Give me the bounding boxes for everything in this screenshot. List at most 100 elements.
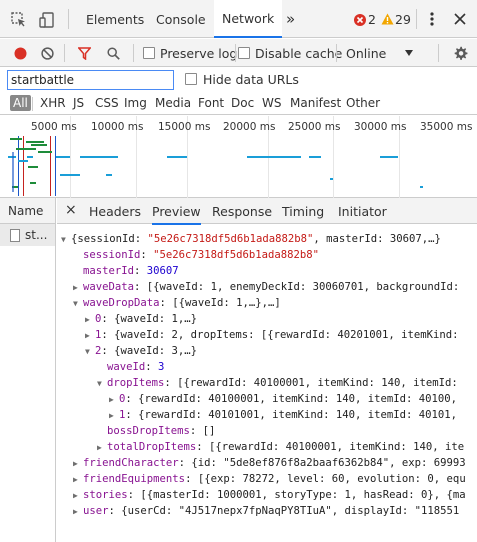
filter-type-manifest[interactable]: Manifest (290, 96, 341, 110)
collapsed-triangle-icon[interactable]: ▶ (97, 440, 107, 456)
request-list: Name st... (0, 198, 56, 542)
tab-response[interactable]: Response (212, 204, 272, 219)
tab-preview[interactable]: Preview (152, 204, 201, 225)
collapsed-triangle-icon[interactable]: ▶ (85, 312, 95, 328)
chevron-down-icon[interactable] (404, 48, 414, 58)
filter-type-all[interactable]: All (10, 95, 31, 111)
json-tree-line: bossDropItems: [] (97, 423, 215, 439)
warning-icon[interactable] (380, 12, 394, 26)
filter-icon[interactable] (77, 46, 91, 60)
collapsed-triangle-icon[interactable]: ▶ (109, 392, 119, 408)
search-icon[interactable] (106, 46, 120, 60)
json-tree-line[interactable]: ▼ waveDropData: [{waveId: 1,…},…] (73, 295, 281, 312)
network-overview[interactable]: 5000 ms 10000 ms 15000 ms 20000 ms 25000… (0, 116, 477, 198)
json-preview: ▼ {sessionId: "5e26c7318df5d6b1ada882b8",… (57, 225, 477, 542)
resource-type-filter: All XHR JS CSS Img Media Font Doc WS Man… (0, 93, 477, 115)
expanded-triangle-icon[interactable]: ▼ (97, 376, 107, 392)
json-tree-line[interactable]: ▶ totalDropItems: [{rewardId: 40100001, i… (97, 439, 464, 456)
collapsed-triangle-icon[interactable]: ▶ (85, 328, 95, 344)
timeline-tick: 10000 ms (91, 121, 144, 133)
more-tabs-button[interactable]: » (286, 0, 295, 38)
device-toolbar-icon[interactable] (38, 11, 56, 29)
json-tree-line[interactable]: ▶ 0: {waveId: 1,…} (85, 311, 197, 328)
filter-type-other[interactable]: Other (346, 96, 380, 110)
name-column-header[interactable]: Name (0, 198, 55, 224)
filter-type-xhr[interactable]: XHR (40, 96, 66, 110)
json-tree-line[interactable]: ▼ {sessionId: "5e26c7318df5d6b1ada882b8",… (61, 231, 441, 248)
expanded-triangle-icon[interactable]: ▼ (73, 296, 83, 312)
request-row[interactable]: st... (0, 224, 55, 246)
json-tree-line[interactable]: ▶ 0: {rewardId: 40100001, itemKind: 140, … (109, 391, 457, 408)
hide-data-urls-checkbox[interactable] (185, 73, 197, 85)
filter-type-js[interactable]: JS (73, 96, 84, 110)
collapsed-triangle-icon[interactable]: ▶ (73, 488, 83, 504)
error-icon[interactable] (353, 13, 366, 26)
json-tree-line[interactable]: ▶ 1: {rewardId: 40101001, itemKind: 140, … (109, 407, 457, 424)
json-key: sessionId (83, 249, 141, 261)
throttling-select[interactable]: Online (346, 46, 386, 61)
hide-data-urls-label: Hide data URLs (203, 72, 299, 87)
json-tree-line[interactable]: ▶ friendEquipments: [{exp: 78272, level: … (73, 471, 466, 488)
tab-initiator[interactable]: Initiator (338, 204, 387, 219)
json-value: : [] (189, 425, 216, 437)
json-tree-line[interactable]: ▼ dropItems: [{rewardId: 40100001, itemKi… (97, 375, 464, 392)
filter-type-font[interactable]: Font (198, 96, 224, 110)
tab-network[interactable]: Network (214, 0, 283, 38)
json-value: : [{exp: 78272, level: 60, evolution: 0,… (185, 473, 466, 485)
json-tree-line: waveId: 3 (97, 359, 164, 375)
record-icon[interactable] (13, 46, 27, 60)
json-key: totalDropItems (107, 441, 197, 453)
json-tree-line: sessionId: "5e26c7318df5d6b1ada882b8" (73, 247, 319, 263)
collapsed-triangle-icon[interactable]: ▶ (73, 280, 83, 296)
filter-type-media[interactable]: Media (155, 96, 191, 110)
json-tree-line[interactable]: ▶ user: {userCd: "4J517nepx7fpNaqPY8TIuA"… (73, 503, 459, 520)
json-tree-line[interactable]: ▶ waveData: [{waveId: 1, enemyDeckId: 300… (73, 279, 466, 296)
json-tree-line[interactable]: ▶ 1: {waveId: 2, dropItems: [{rewardId: 4… (85, 327, 465, 344)
collapsed-triangle-icon[interactable]: ▶ (73, 472, 83, 488)
json-value: : {rewardId: 40101001, itemKind: 140, it… (125, 409, 458, 421)
json-key: masterId (83, 265, 135, 277)
clear-icon[interactable] (40, 46, 54, 60)
tab-elements[interactable]: Elements (86, 0, 144, 38)
filter-type-ws[interactable]: WS (262, 96, 281, 110)
inspect-element-icon[interactable] (10, 11, 28, 29)
json-value: , masterId: 30607,…} (313, 233, 441, 245)
preserve-log-checkbox[interactable] (143, 47, 155, 59)
collapsed-triangle-icon[interactable]: ▶ (109, 408, 119, 424)
tab-headers[interactable]: Headers (89, 204, 141, 219)
timeline-tick: 15000 ms (158, 121, 211, 133)
collapsed-triangle-icon[interactable]: ▶ (73, 456, 83, 472)
expanded-triangle-icon[interactable]: ▼ (61, 232, 71, 248)
json-value: : [{waveId: 1,…},…] (159, 297, 281, 309)
json-value: : [{masterId: 1000001, storyType: 1, has… (127, 489, 466, 501)
json-value: : [{rewardId: 40100001, itemKind: 140, i… (164, 377, 465, 389)
json-tree-line[interactable]: ▶ stories: [{masterId: 1000001, storyType… (73, 487, 466, 504)
json-tree-line: masterId: 30607 (73, 263, 179, 279)
disable-cache-checkbox[interactable] (238, 47, 250, 59)
filter-type-img[interactable]: Img (124, 96, 147, 110)
json-key: bossDropItems (107, 425, 190, 437)
filter-input[interactable] (7, 70, 174, 90)
devtools-tabbar: Elements Console Network » 2 29 (0, 0, 477, 38)
json-value: {sessionId: (71, 233, 148, 245)
more-options-icon[interactable] (425, 10, 439, 28)
json-tree-line[interactable]: ▼ 2: {waveId: 3,…} (85, 343, 197, 360)
request-name: st... (25, 228, 48, 242)
json-value: : {waveId: 3,…} (101, 345, 198, 357)
filter-type-css[interactable]: CSS (95, 96, 119, 110)
json-value: : (140, 249, 154, 261)
json-value: : [{waveId: 1, enemyDeckId: 30060701, ba… (134, 281, 466, 293)
tab-timing[interactable]: Timing (282, 204, 324, 219)
filter-type-doc[interactable]: Doc (231, 96, 254, 110)
gear-icon[interactable] (452, 45, 468, 61)
close-devtools-icon[interactable] (452, 11, 468, 27)
timeline-tick: 35000 ms (420, 121, 473, 133)
json-key: friendEquipments (83, 473, 186, 485)
json-key: friendCharacter (83, 457, 179, 469)
json-value: "5e26c7318df5d6b1ada882b8" (153, 249, 319, 261)
close-detail-button[interactable]: × (65, 202, 77, 218)
expanded-triangle-icon[interactable]: ▼ (85, 344, 95, 360)
tab-console[interactable]: Console (156, 0, 206, 38)
json-tree-line[interactable]: ▶ friendCharacter: {id: "5de8ef876f8a2baa… (73, 455, 466, 472)
collapsed-triangle-icon[interactable]: ▶ (73, 504, 83, 520)
